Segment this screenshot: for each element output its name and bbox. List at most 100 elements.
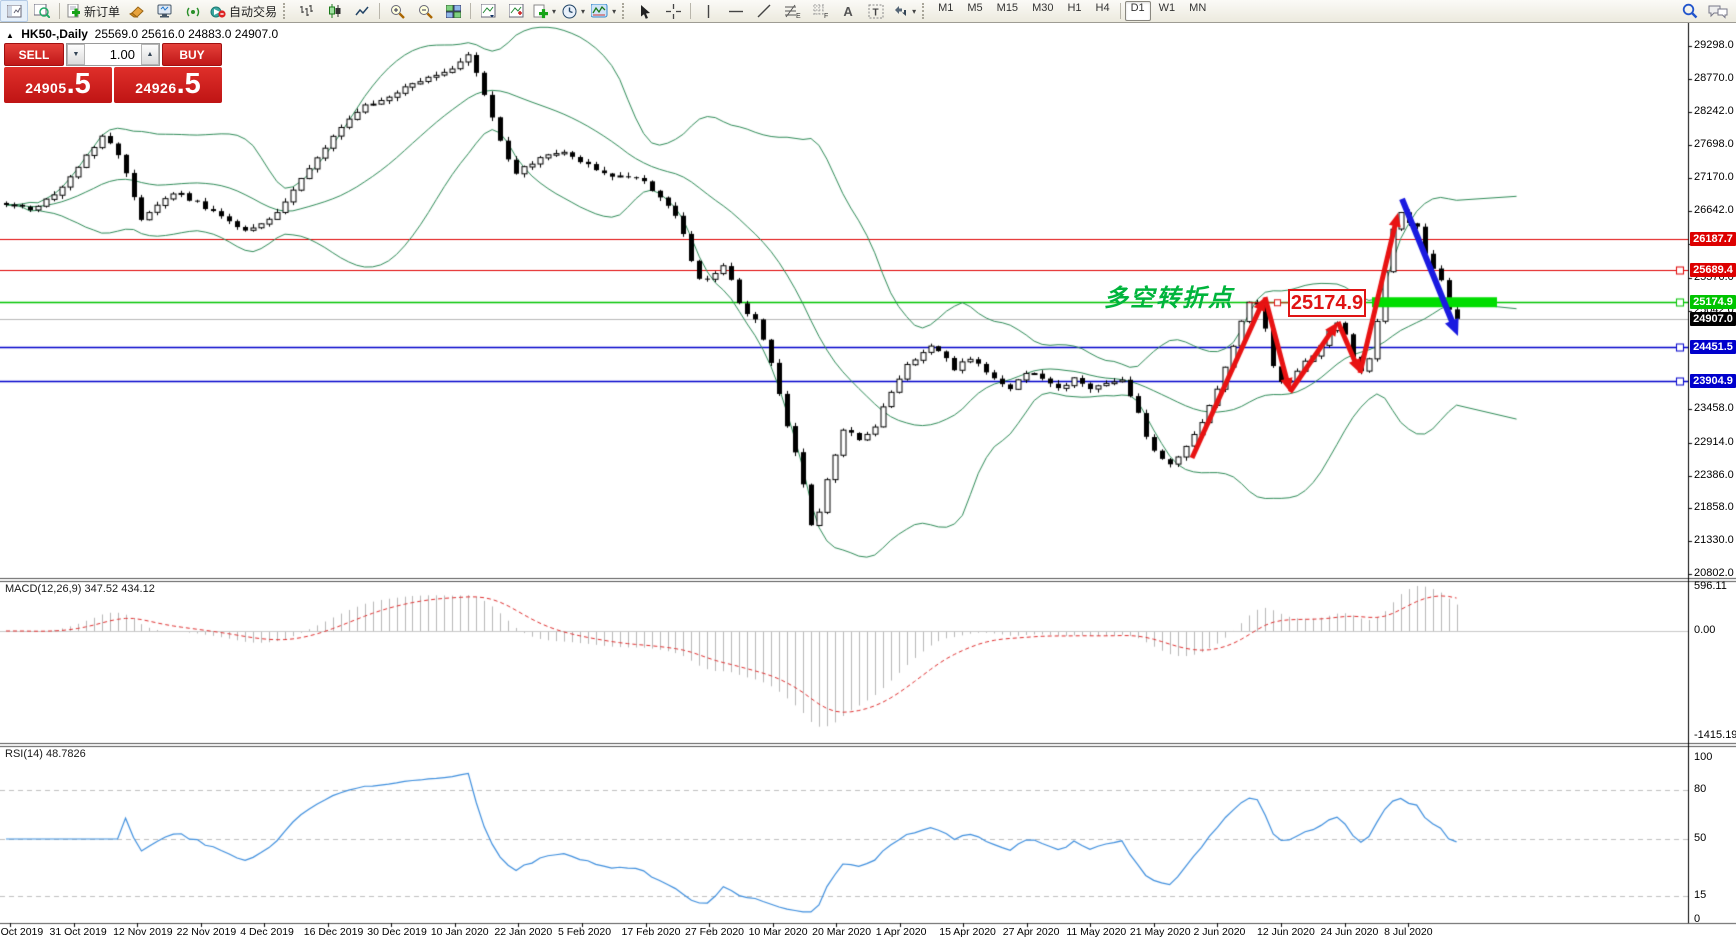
signals-icon[interactable] xyxy=(179,0,207,22)
new-order-button[interactable]: 新订单 xyxy=(63,0,123,22)
date-tick: 2 Jun 2020 xyxy=(1193,926,1246,938)
macd-label: MACD(12,26,9) 347.52 434.12 xyxy=(5,583,155,595)
search-icon[interactable] xyxy=(1682,3,1698,19)
date-tick: 16 Dec 2019 xyxy=(303,926,364,938)
date-tick: 8 Jul 2020 xyxy=(1384,926,1433,938)
tile-windows-icon[interactable] xyxy=(439,0,467,22)
date-tick: 10 Mar 2020 xyxy=(748,926,808,938)
trendline-tool[interactable] xyxy=(750,0,778,22)
date-tick: 21 May 2020 xyxy=(1129,926,1191,938)
eraser-icon[interactable] xyxy=(123,0,151,22)
text-label-tool[interactable]: T xyxy=(862,0,890,22)
expert-advisor-icon[interactable] xyxy=(151,0,179,22)
candlestick-chart-icon[interactable] xyxy=(320,0,348,22)
chart-window-icon[interactable] xyxy=(0,0,28,22)
buy-button[interactable]: BUY xyxy=(162,43,222,66)
rsi-tick: 80 xyxy=(1694,783,1707,796)
timeframe-h4[interactable]: H4 xyxy=(1090,1,1116,21)
chart-template-icon[interactable]: ▾ xyxy=(588,0,619,22)
chat-icon[interactable] xyxy=(1708,4,1728,19)
buy-price[interactable]: 24926 .5 xyxy=(114,67,222,103)
volume-increase-button[interactable]: ▲ xyxy=(141,44,159,65)
rsi-label: RSI(14) 48.7826 xyxy=(5,748,86,760)
buy-price-main: 24926 xyxy=(135,80,177,96)
sell-price-main: 24905 xyxy=(25,80,67,96)
horizontal-line-tool[interactable] xyxy=(722,0,750,22)
date-tick: 22 Jan 2020 xyxy=(494,926,553,938)
chart-window: ▲ HK50-,Daily 25569.0 25616.0 24883.0 24… xyxy=(0,23,1736,939)
date-tick: 24 Jun 2020 xyxy=(1320,926,1379,938)
timeframe-h1[interactable]: H1 xyxy=(1061,1,1087,21)
timeframe-m5[interactable]: M5 xyxy=(961,1,988,21)
price-tick: 22386.0 xyxy=(1694,468,1734,481)
rsi-tick: 100 xyxy=(1694,751,1713,763)
autotrade-button[interactable]: 自动交易 xyxy=(207,0,280,22)
price-tick: 23458.0 xyxy=(1694,401,1734,414)
timeframe-d1[interactable]: D1 xyxy=(1124,1,1151,21)
line-chart-icon[interactable] xyxy=(348,0,376,22)
rsi-tick: 15 xyxy=(1694,888,1707,901)
price-tick: 20802.0 xyxy=(1694,567,1734,580)
price-tick: 28242.0 xyxy=(1694,104,1734,117)
chart-header: ▲ HK50-,Daily 25569.0 25616.0 24883.0 24… xyxy=(6,27,278,41)
volume-decrease-button[interactable]: ▼ xyxy=(67,44,85,65)
ohlc-values: 25569.0 25616.0 24883.0 24907.0 xyxy=(94,27,279,41)
chevron-down-icon: ▾ xyxy=(912,6,917,16)
date-tick: 1 Apr 2020 xyxy=(875,926,927,938)
price-tick: 26642.0 xyxy=(1694,204,1734,217)
svg-text:F: F xyxy=(824,13,828,19)
timeframe-m30[interactable]: M30 xyxy=(1026,1,1059,21)
buy-price-pips: .5 xyxy=(176,68,201,100)
text-tool[interactable]: A xyxy=(834,0,862,22)
sell-button[interactable]: SELL xyxy=(4,43,64,66)
sell-price-pips: .5 xyxy=(66,68,91,100)
mt4-terminal: { "toolbar": { "new_order_label": "新订单",… xyxy=(0,0,1736,939)
grid-tool[interactable]: F xyxy=(806,0,834,22)
date-tick: 11 May 2020 xyxy=(1066,926,1127,938)
chevron-down-icon: ▾ xyxy=(581,6,586,16)
date-tick: 4 Dec 2019 xyxy=(240,926,294,938)
period-clock-icon[interactable]: ▾ xyxy=(559,0,588,22)
add-indicator-button[interactable]: ▾ xyxy=(530,0,559,22)
date-tick: 27 Feb 2020 xyxy=(685,926,745,938)
macd-tick: -1415.19 xyxy=(1694,729,1736,742)
timeframe-m1[interactable]: M1 xyxy=(932,1,959,21)
timeframe-mn[interactable]: MN xyxy=(1183,1,1212,21)
volume-value[interactable]: 1.00 xyxy=(85,44,141,65)
price-badge: 23904.9 xyxy=(1690,374,1736,389)
date-tick: 12 Jun 2020 xyxy=(1257,926,1315,938)
date-tick: 17 Feb 2020 xyxy=(621,926,681,938)
new-order-label: 新订单 xyxy=(84,4,121,19)
rsi-tick: 0 xyxy=(1694,913,1701,925)
zoom-out-icon[interactable] xyxy=(411,0,439,22)
svg-text:E: E xyxy=(796,13,801,19)
date-tick: 22 Nov 2019 xyxy=(176,926,237,938)
price-chart-canvas[interactable] xyxy=(0,23,1736,939)
indicator-properties-icon[interactable] xyxy=(502,0,530,22)
price-label-annotation[interactable]: 25174.9 xyxy=(1288,289,1366,318)
zoom-in-icon[interactable] xyxy=(383,0,411,22)
one-click-trading-panel: SELL ▼ 1.00 ▲ BUY 24905 .5 24926 .5 xyxy=(4,43,222,103)
volume-stepper: ▼ 1.00 ▲ xyxy=(66,43,160,66)
timeframe-w1[interactable]: W1 xyxy=(1153,1,1182,21)
cursor-tool[interactable] xyxy=(631,0,659,22)
profiles-icon[interactable] xyxy=(28,0,56,22)
price-tick: 21330.0 xyxy=(1694,534,1734,547)
price-tick: 27170.0 xyxy=(1694,171,1734,184)
timeframe-m15[interactable]: M15 xyxy=(991,1,1024,21)
price-badge: 24907.0 xyxy=(1690,311,1736,326)
timeframe-bar: M1 M5 M15 M30 H1 H4 D1 W1 MN xyxy=(931,1,1213,21)
date-tick: 21 Oct 2019 xyxy=(0,926,44,938)
date-tick: 31 Oct 2019 xyxy=(49,926,107,938)
macd-tick: 596.11 xyxy=(1694,579,1727,592)
sell-price[interactable]: 24905 .5 xyxy=(4,67,112,103)
crosshair-tool[interactable] xyxy=(659,0,687,22)
date-tick: 5 Feb 2020 xyxy=(557,926,612,938)
arrows-tool[interactable]: ▾ xyxy=(890,0,919,22)
collapse-icon[interactable]: ▲ xyxy=(6,31,14,40)
indicator-window-icon[interactable] xyxy=(474,0,502,22)
vertical-line-tool[interactable] xyxy=(694,0,722,22)
bar-chart-icon[interactable] xyxy=(292,0,320,22)
fibonacci-tool[interactable]: E xyxy=(778,0,806,22)
turning-point-annotation[interactable]: 多空转折点 xyxy=(1104,278,1234,313)
